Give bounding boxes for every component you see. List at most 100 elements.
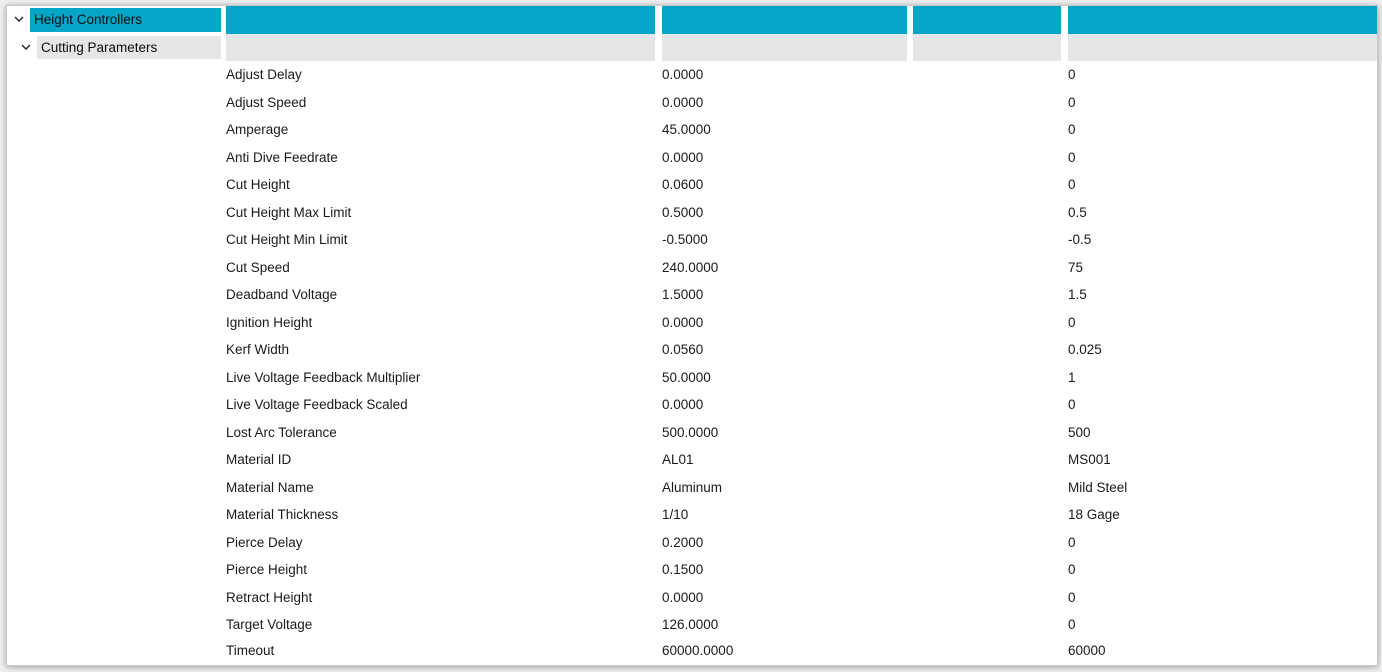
parameter-name: Material Thickness xyxy=(226,507,339,523)
parameter-row[interactable]: Pierce Delay 0.2000 0 xyxy=(7,529,1377,557)
parameter-row[interactable]: Material Name Aluminum Mild Steel xyxy=(7,474,1377,502)
subheader-band-col1 xyxy=(226,33,655,61)
parameter-name: Ignition Height xyxy=(226,314,313,330)
subheader-band-col2 xyxy=(662,33,907,61)
parameter-name: Retract Height xyxy=(226,589,313,605)
parameter-value-2[interactable]: 0 xyxy=(1068,61,1368,89)
parameter-value-2[interactable]: 0 xyxy=(1068,584,1368,612)
parameter-name: Deadband Voltage xyxy=(226,287,338,303)
parameter-row[interactable]: Timeout 60000.0000 60000 xyxy=(7,637,1377,665)
parameter-name: Material ID xyxy=(226,452,292,468)
chevron-down-icon[interactable] xyxy=(18,34,34,62)
parameter-value-2[interactable]: MS001 xyxy=(1068,446,1368,474)
parameter-value-2[interactable]: Mild Steel xyxy=(1068,474,1368,502)
parameter-name: Material Name xyxy=(226,479,314,495)
header-band-col1 xyxy=(226,6,655,34)
parameter-value-1[interactable]: 0.0000 xyxy=(662,61,1062,89)
parameter-value-1[interactable]: 0.0000 xyxy=(662,309,1062,337)
parameter-value-1[interactable]: 500.0000 xyxy=(662,419,1062,447)
parameter-name: Amperage xyxy=(226,122,289,138)
parameter-name: Live Voltage Feedback Multiplier xyxy=(226,369,421,385)
parameter-value-2[interactable]: 0.5 xyxy=(1068,199,1368,227)
parameter-name: Pierce Height xyxy=(226,562,308,578)
parameter-value-1[interactable]: Aluminum xyxy=(662,474,1062,502)
parameter-value-1[interactable]: 0.0000 xyxy=(662,89,1062,117)
tree-node-label[interactable]: Cutting Parameters xyxy=(37,35,221,59)
parameter-row[interactable]: Cut Height Max Limit 0.5000 0.5 xyxy=(7,199,1377,227)
parameter-value-2[interactable]: 0 xyxy=(1068,116,1368,144)
subheader-band-col3 xyxy=(913,33,1061,61)
parameter-value-2[interactable]: 500 xyxy=(1068,419,1368,447)
parameter-value-2[interactable]: 0 xyxy=(1068,556,1368,584)
parameter-row[interactable]: Kerf Width 0.0560 0.025 xyxy=(7,336,1377,364)
tree-node-cutting-parameters[interactable]: Cutting Parameters xyxy=(7,33,1377,62)
parameter-row[interactable]: Lost Arc Tolerance 500.0000 500 xyxy=(7,419,1377,447)
parameter-row[interactable]: Target Voltage 126.0000 0 xyxy=(7,611,1377,639)
parameter-name: Kerf Width xyxy=(226,342,290,358)
parameter-row[interactable]: Cut Speed 240.0000 75 xyxy=(7,254,1377,282)
header-band-col2 xyxy=(662,6,907,34)
parameter-name: Lost Arc Tolerance xyxy=(226,424,337,440)
parameter-value-1[interactable]: 1.5000 xyxy=(662,281,1062,309)
header-band-col3 xyxy=(913,6,1061,34)
parameter-row[interactable]: Retract Height 0.0000 0 xyxy=(7,584,1377,612)
parameter-row[interactable]: Adjust Speed 0.0000 0 xyxy=(7,89,1377,117)
parameter-name: Live Voltage Feedback Scaled xyxy=(226,397,408,413)
parameter-row[interactable]: Live Voltage Feedback Multiplier 50.0000… xyxy=(7,364,1377,392)
parameter-name: Adjust Delay xyxy=(226,67,302,83)
parameter-value-2[interactable]: 18 Gage xyxy=(1068,501,1368,529)
parameter-value-2[interactable]: 0 xyxy=(1068,391,1368,419)
parameter-row[interactable]: Cut Height 0.0600 0 xyxy=(7,171,1377,199)
parameter-row[interactable]: Deadband Voltage 1.5000 1.5 xyxy=(7,281,1377,309)
parameter-value-2[interactable]: 75 xyxy=(1068,254,1368,282)
parameter-value-1[interactable]: 0.0000 xyxy=(662,391,1062,419)
parameter-value-1[interactable]: 0.0600 xyxy=(662,171,1062,199)
subheader-band-col4 xyxy=(1068,33,1377,61)
parameter-name: Target Voltage xyxy=(226,617,313,633)
parameter-value-1[interactable]: 0.0560 xyxy=(662,336,1062,364)
parameter-value-2[interactable]: 60000 xyxy=(1068,637,1368,665)
parameter-tree-view: Height Controllers Cutting Parameters Ad… xyxy=(6,5,1378,666)
parameter-value-1[interactable]: 0.0000 xyxy=(662,584,1062,612)
parameter-row[interactable]: Pierce Height 0.1500 0 xyxy=(7,556,1377,584)
parameter-value-2[interactable]: 0.025 xyxy=(1068,336,1368,364)
parameter-value-1[interactable]: 60000.0000 xyxy=(662,637,1062,665)
parameter-row[interactable]: Material ID AL01 MS001 xyxy=(7,446,1377,474)
parameter-value-2[interactable]: 1.5 xyxy=(1068,281,1368,309)
parameter-row[interactable]: Anti Dive Feedrate 0.0000 0 xyxy=(7,144,1377,172)
parameter-value-1[interactable]: 0.0000 xyxy=(662,144,1062,172)
parameter-value-2[interactable]: 0 xyxy=(1068,529,1368,557)
tree-node-label[interactable]: Height Controllers xyxy=(30,8,221,32)
parameter-value-1[interactable]: 0.2000 xyxy=(662,529,1062,557)
chevron-down-icon[interactable] xyxy=(11,6,27,34)
parameter-value-1[interactable]: 240.0000 xyxy=(662,254,1062,282)
parameter-name: Pierce Delay xyxy=(226,534,303,550)
parameter-row[interactable]: Cut Height Min Limit -0.5000 -0.5 xyxy=(7,226,1377,254)
parameter-name: Cut Height xyxy=(226,177,290,193)
tree-node-height-controllers[interactable]: Height Controllers xyxy=(7,6,1377,34)
parameter-value-2[interactable]: 0 xyxy=(1068,611,1368,639)
parameter-value-2[interactable]: 0 xyxy=(1068,309,1368,337)
parameter-value-1[interactable]: -0.5000 xyxy=(662,226,1062,254)
parameter-value-1[interactable]: 1/10 xyxy=(662,501,1062,529)
parameter-value-1[interactable]: 0.1500 xyxy=(662,556,1062,584)
parameter-value-2[interactable]: 0 xyxy=(1068,89,1368,117)
parameter-value-2[interactable]: -0.5 xyxy=(1068,226,1368,254)
parameter-row[interactable]: Ignition Height 0.0000 0 xyxy=(7,309,1377,337)
parameter-value-1[interactable]: 0.5000 xyxy=(662,199,1062,227)
parameter-value-2[interactable]: 0 xyxy=(1068,144,1368,172)
parameter-value-2[interactable]: 1 xyxy=(1068,364,1368,392)
parameter-row[interactable]: Amperage 45.0000 0 xyxy=(7,116,1377,144)
parameter-value-1[interactable]: 50.0000 xyxy=(662,364,1062,392)
parameter-row[interactable]: Adjust Delay 0.0000 0 xyxy=(7,61,1377,89)
parameter-name: Anti Dive Feedrate xyxy=(226,149,338,165)
parameter-name: Cut Height Max Limit xyxy=(226,204,352,220)
header-band-col4 xyxy=(1068,6,1377,34)
parameter-value-2[interactable]: 0 xyxy=(1068,171,1368,199)
parameter-value-1[interactable]: AL01 xyxy=(662,446,1062,474)
parameter-value-1[interactable]: 45.0000 xyxy=(662,116,1062,144)
parameter-row[interactable]: Material Thickness 1/10 18 Gage xyxy=(7,501,1377,529)
parameter-row[interactable]: Live Voltage Feedback Scaled 0.0000 0 xyxy=(7,391,1377,419)
parameter-value-1[interactable]: 126.0000 xyxy=(662,611,1062,639)
parameter-name: Adjust Speed xyxy=(226,94,307,110)
